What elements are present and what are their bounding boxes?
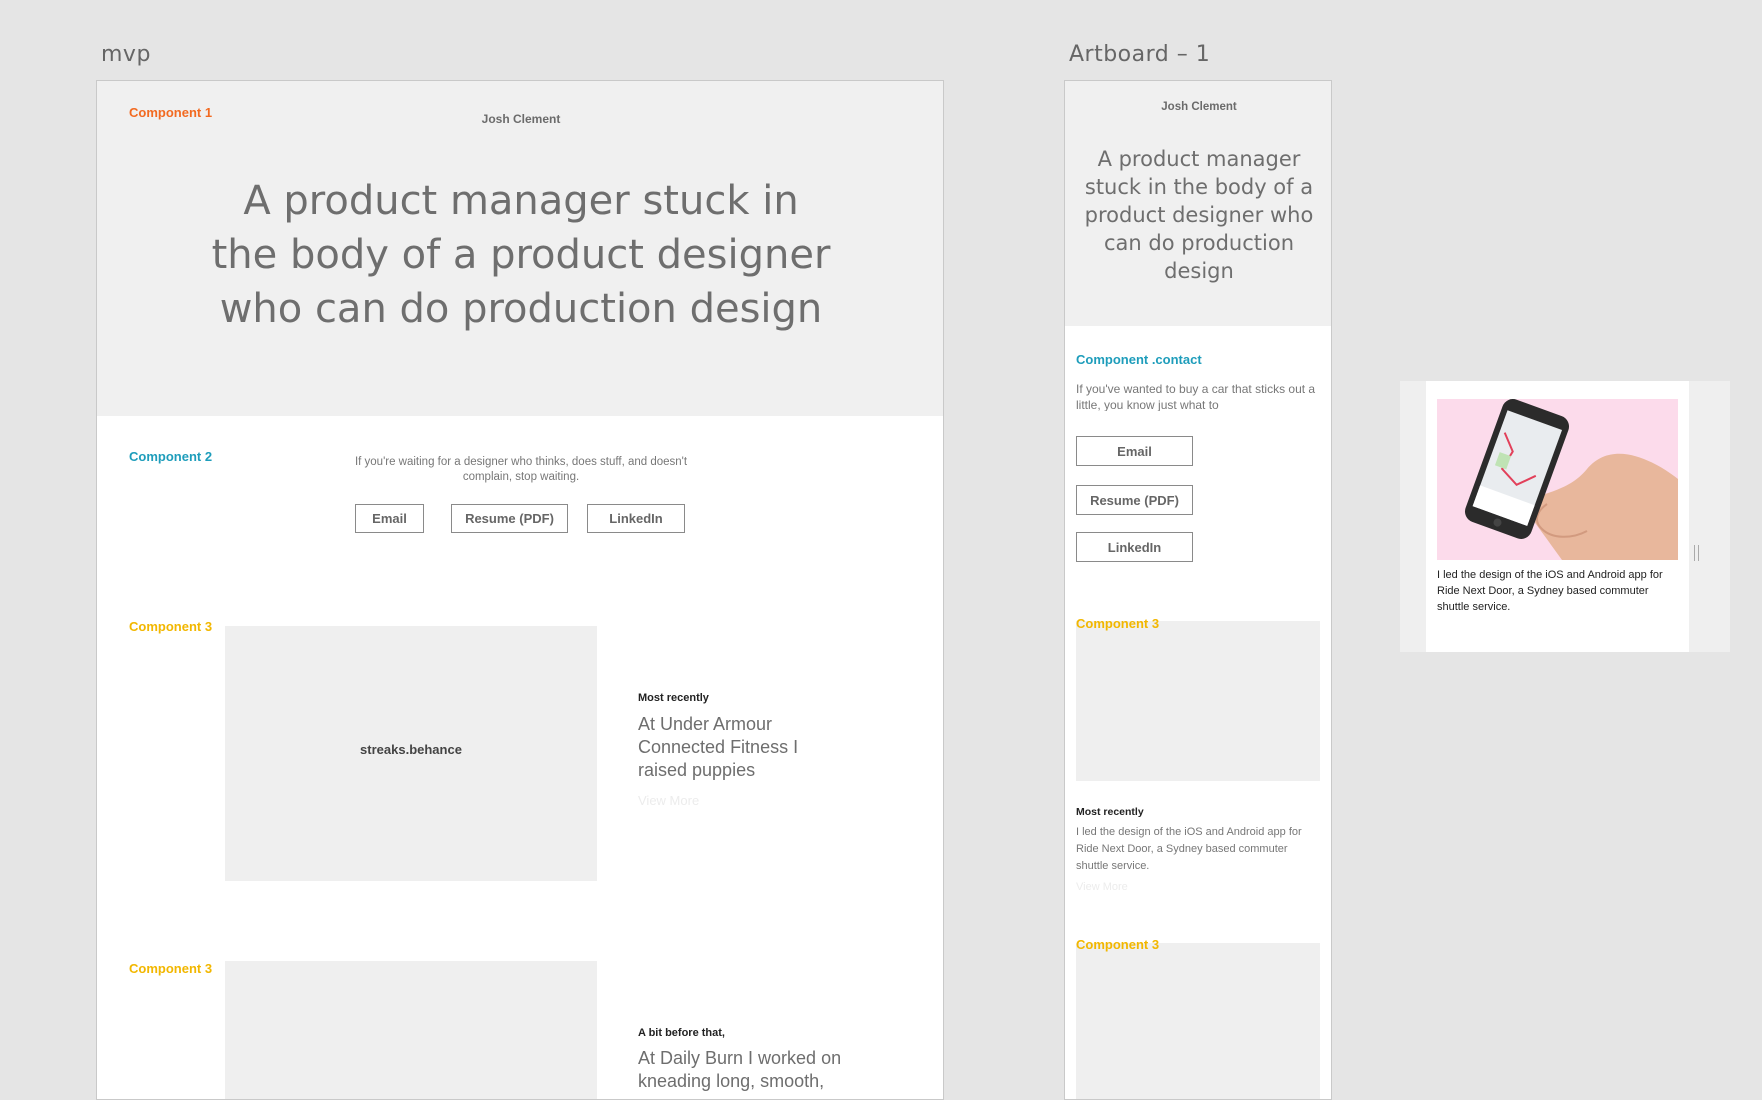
component-3-label: Component 3 <box>129 619 213 634</box>
project-image-placeholder[interactable] <box>225 961 597 1099</box>
card-artboard[interactable]: I led the design of the iOS and Android … <box>1400 381 1730 652</box>
project-kicker: A bit before that, <box>638 1027 725 1039</box>
contact-intro: If you've wanted to buy a car that stick… <box>1076 382 1316 411</box>
linkedin-button[interactable]: LinkedIn <box>587 504 685 533</box>
component-3-label: Component 3 <box>1076 616 1160 631</box>
project-body: I led the design of the iOS and Android … <box>1076 826 1302 872</box>
desktop-artboard[interactable]: Component 1 Josh Clement A product manag… <box>96 80 944 1100</box>
project-kicker: Most recently <box>1076 806 1144 818</box>
placeholder-label: streaks.behance <box>360 742 462 757</box>
component-3-label: Component 3 <box>129 961 213 976</box>
site-name: Josh Clement <box>1161 101 1237 113</box>
project-image-placeholder[interactable] <box>1076 621 1320 781</box>
hand-holding-phone-icon <box>1464 399 1678 560</box>
project-kicker: Most recently <box>638 692 709 704</box>
project-lede: At Under Armour Connected Fitness I rais… <box>638 714 799 780</box>
artboard-title-mvp[interactable]: mvp <box>101 42 151 67</box>
component-2-label: Component 2 <box>129 449 213 464</box>
component-3-label: Component 3 <box>1076 937 1160 952</box>
view-more-link[interactable]: View More <box>1076 881 1128 893</box>
hero-headline: A product manager stuck in the body of a… <box>211 178 831 332</box>
component-contact-label: Component .contact <box>1076 352 1202 367</box>
card-image <box>1437 399 1678 560</box>
resize-handle[interactable] <box>1694 545 1699 561</box>
email-button[interactable]: Email <box>355 504 424 533</box>
email-button[interactable]: Email <box>1076 436 1193 466</box>
site-name: Josh Clement <box>481 112 561 126</box>
view-more-link[interactable]: View More <box>638 793 699 808</box>
resume-pdf-button[interactable]: Resume (PDF) <box>1076 485 1193 515</box>
project-lede: At Daily Burn I worked on kneading long,… <box>638 1048 842 1091</box>
hero-headline: A product manager stuck in the body of a… <box>1084 147 1314 283</box>
contact-intro: If you're waiting for a designer who thi… <box>354 456 688 483</box>
project-card[interactable]: I led the design of the iOS and Android … <box>1426 381 1689 652</box>
resume-pdf-button[interactable]: Resume (PDF) <box>451 504 568 533</box>
project-image-placeholder[interactable] <box>1076 943 1320 1099</box>
mobile-artboard[interactable]: Josh Clement A product manager stuck in … <box>1064 80 1332 1100</box>
project-image-placeholder[interactable]: streaks.behance <box>225 626 597 881</box>
artboard-title-artboard-1[interactable]: Artboard – 1 <box>1069 42 1210 67</box>
linkedin-button[interactable]: LinkedIn <box>1076 532 1193 562</box>
card-body: I led the design of the iOS and Android … <box>1437 569 1663 613</box>
